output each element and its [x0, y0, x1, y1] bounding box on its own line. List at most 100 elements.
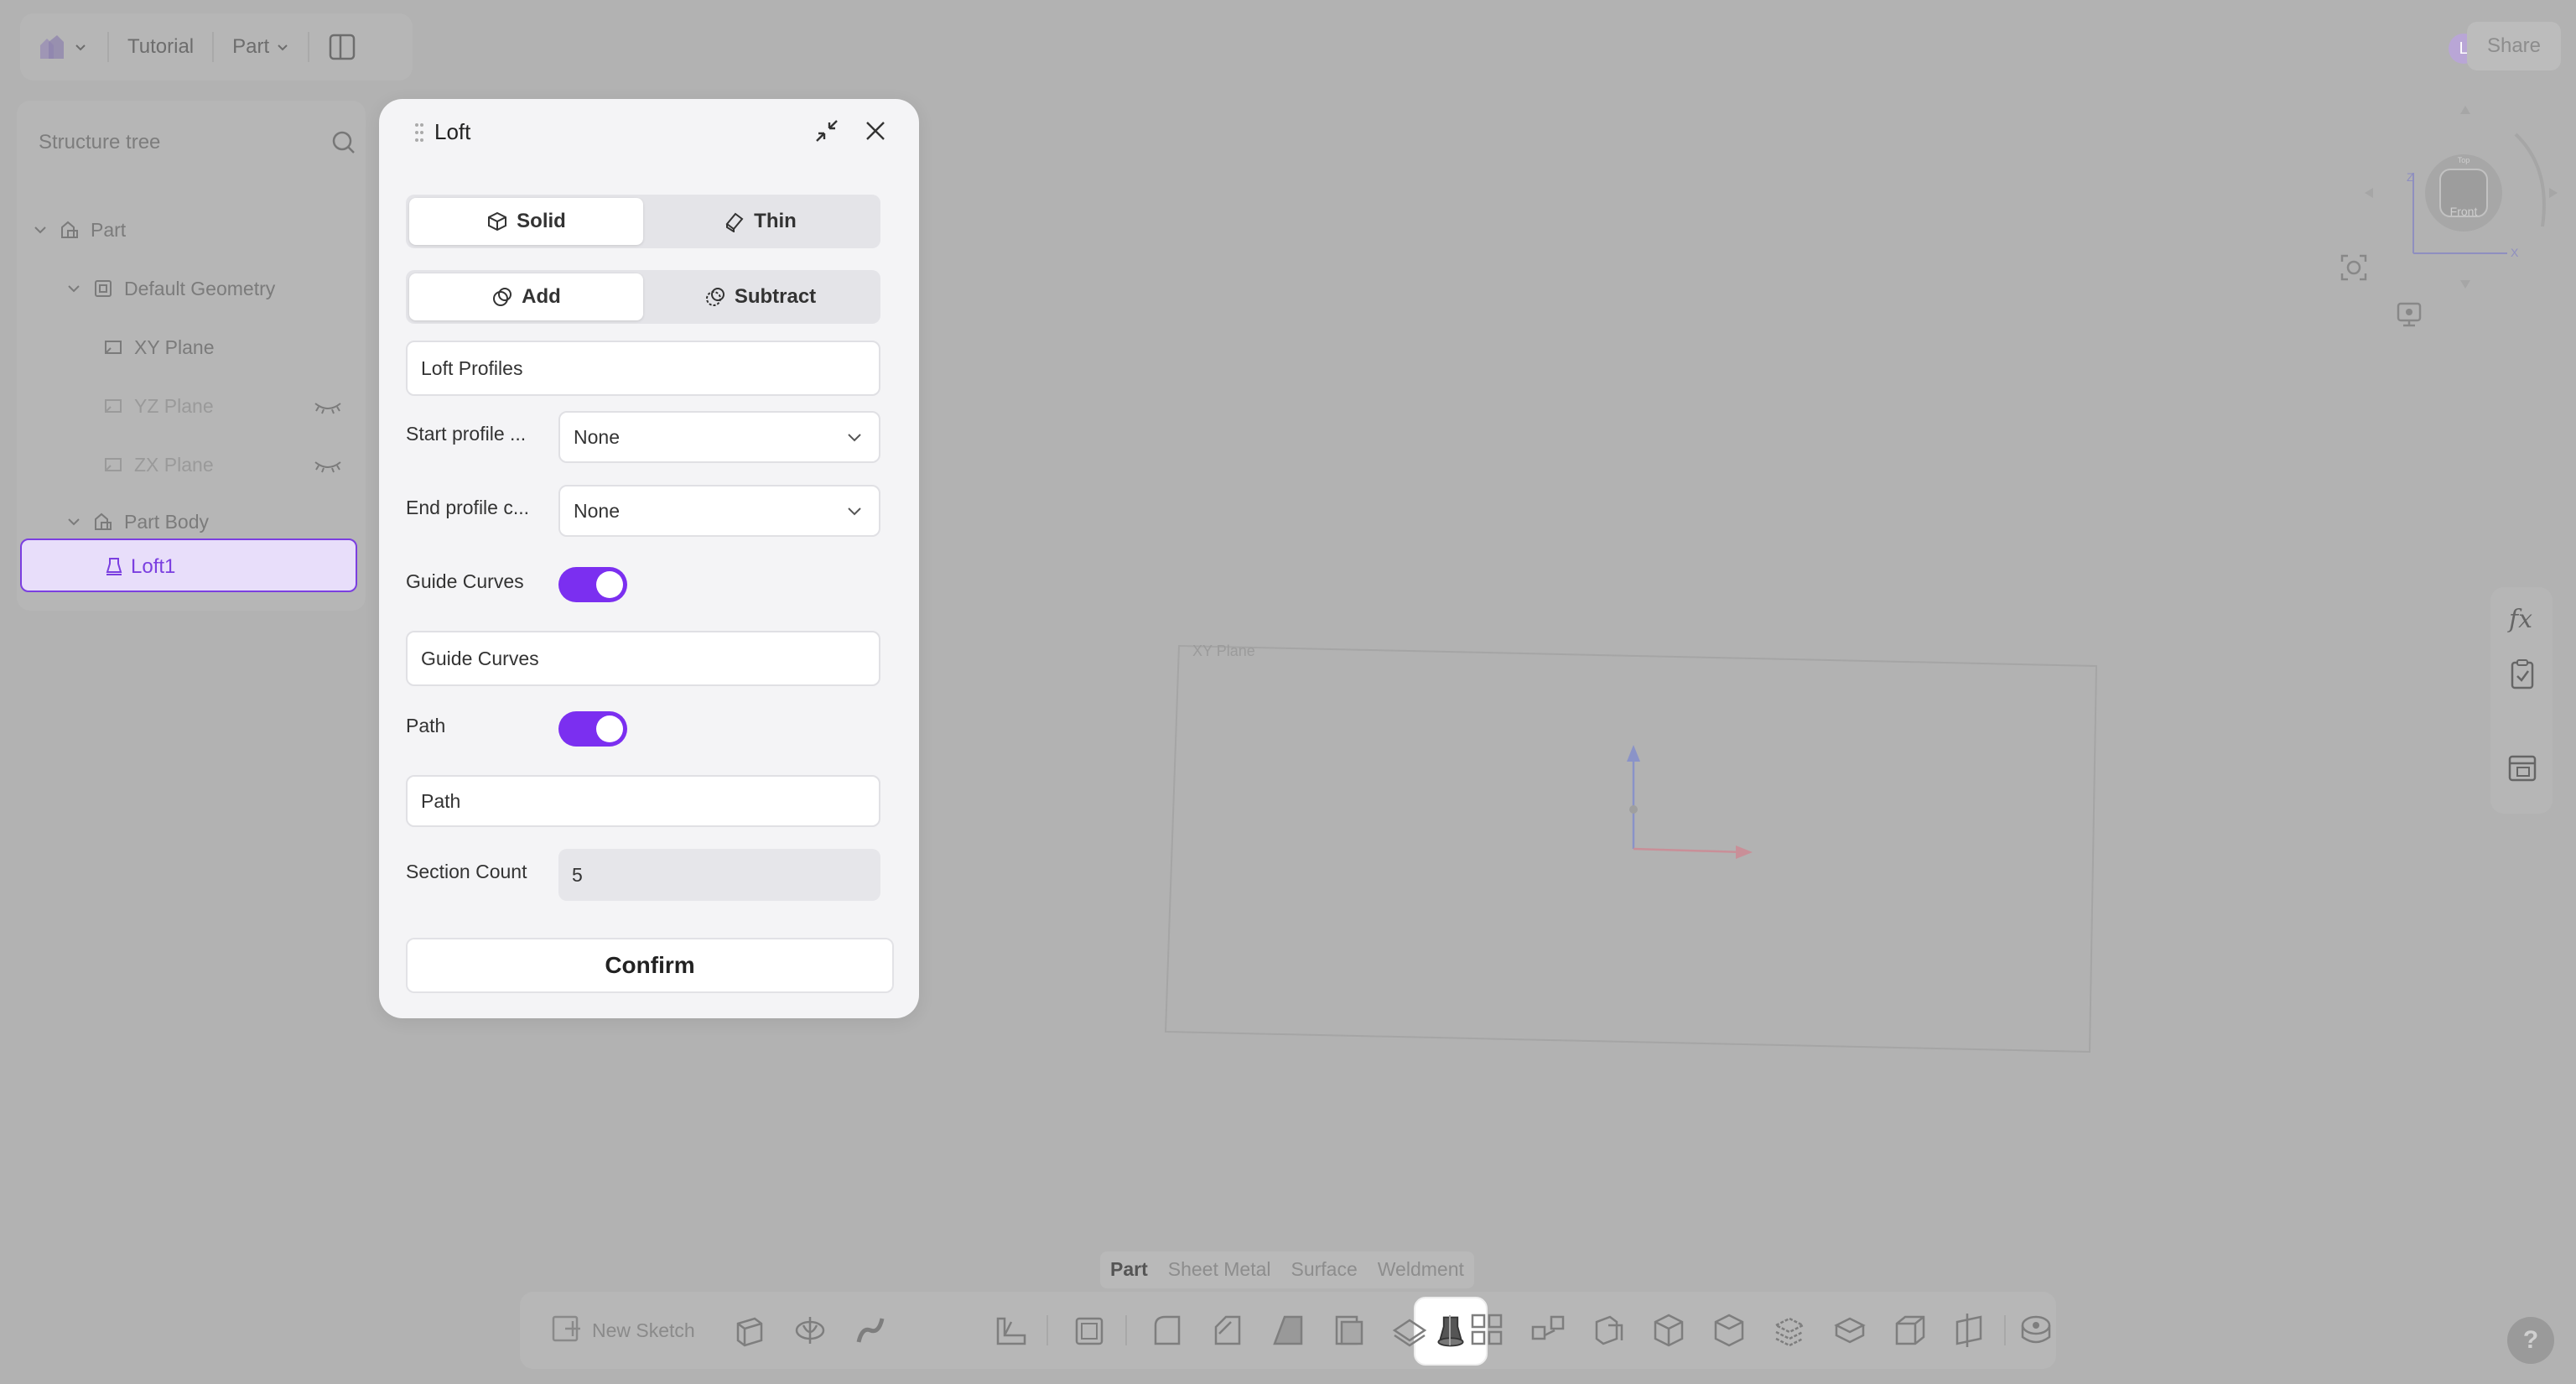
mode-label: Part — [232, 35, 270, 58]
geometry-folder-icon — [95, 280, 112, 297]
guide-curves-toggle[interactable] — [558, 567, 627, 602]
revolve-tool[interactable] — [790, 1310, 830, 1350]
tree-search-placeholder: Structure tree — [39, 131, 161, 153]
toggle-knob — [596, 571, 623, 598]
loft-dialog: Loft Solid Thin Add Subtract Loft Profil… — [379, 99, 919, 1018]
plane-label: XY Plane — [1192, 643, 1255, 659]
guide-curves-field[interactable]: Guide Curves — [406, 631, 880, 686]
close-icon[interactable] — [860, 116, 891, 146]
sketch-plane[interactable] — [1157, 637, 2113, 1057]
fillet-tool[interactable] — [1147, 1310, 1187, 1350]
minimize-icon[interactable] — [812, 116, 842, 146]
mirror-tool[interactable] — [1528, 1310, 1568, 1350]
divider — [1449, 1315, 1451, 1345]
display-settings-icon[interactable] — [2395, 300, 2423, 329]
view-cube-top: Top — [2458, 156, 2470, 164]
layout-panel-icon[interactable] — [2506, 752, 2539, 785]
divider — [107, 32, 109, 62]
fillet-icon — [1154, 1315, 1181, 1345]
replace-face-tool[interactable] — [1389, 1310, 1430, 1350]
dialog-title: Loft — [434, 119, 471, 144]
panel-toggle-icon[interactable] — [328, 33, 356, 61]
tree-item-zx-plane[interactable]: ZX Plane — [102, 448, 214, 481]
svg-text:fx: fx — [2507, 605, 2532, 634]
combine-tool[interactable] — [1830, 1310, 1870, 1350]
end-profile-select[interactable]: None — [558, 485, 880, 537]
move-body-tool[interactable] — [1588, 1310, 1628, 1350]
datum-plane-tool[interactable] — [1950, 1310, 1991, 1350]
add-option[interactable]: Add — [409, 273, 643, 320]
start-profile-select[interactable]: None — [558, 411, 880, 463]
chevron-down-icon[interactable] — [65, 513, 82, 530]
tree-item-label: ZX Plane — [134, 453, 214, 476]
tree-item-label: Loft1 — [131, 555, 176, 578]
focus-view-icon[interactable] — [2340, 253, 2368, 282]
chevron-down-icon[interactable] — [65, 280, 82, 297]
loft-icon — [106, 558, 122, 575]
view-cube[interactable]: Front Top Z X — [2356, 101, 2566, 294]
drag-handle-icon[interactable] — [413, 121, 426, 144]
section-count-input[interactable]: 5 — [558, 849, 880, 901]
add-icon — [493, 288, 512, 306]
shell-icon — [1075, 1317, 1104, 1345]
right-side-panel: fx — [2490, 587, 2553, 814]
split-tool[interactable] — [1709, 1310, 1749, 1350]
eye-closed-icon[interactable] — [314, 457, 342, 474]
subtract-option[interactable]: Subtract — [643, 273, 877, 320]
chevron-down-icon[interactable] — [32, 221, 49, 238]
chamfer-tool[interactable] — [1208, 1310, 1248, 1350]
help-button[interactable]: ? — [2507, 1317, 2554, 1364]
guide-curves-label: Guide Curves — [406, 570, 524, 592]
checklist-icon[interactable] — [2506, 658, 2539, 691]
pattern-tool[interactable] — [1467, 1310, 1508, 1350]
confirm-button[interactable]: Confirm — [406, 938, 894, 993]
tree-item-yz-plane[interactable]: YZ Plane — [102, 389, 214, 423]
tab-sheet-metal[interactable]: Sheet Metal — [1158, 1251, 1281, 1288]
path-field[interactable]: Path — [406, 775, 880, 827]
tab-surface[interactable]: Surface — [1281, 1251, 1368, 1288]
thin-option[interactable]: Thin — [643, 198, 877, 245]
combine-icon — [1834, 1317, 1866, 1344]
new-sketch-button[interactable]: New Sketch — [550, 1310, 695, 1350]
loft-profiles-field[interactable]: Loft Profiles — [406, 341, 880, 396]
tree-item-default-geometry[interactable]: Default Geometry — [65, 272, 275, 305]
mode-menu[interactable]: Part — [232, 35, 289, 59]
tree-item-part-body[interactable]: Part Body — [65, 505, 209, 539]
sweep-tool[interactable] — [850, 1310, 891, 1350]
chevron-down-icon — [848, 507, 861, 516]
delete-body-tool[interactable] — [1769, 1310, 1810, 1350]
boolean-tool[interactable] — [1649, 1310, 1689, 1350]
boolean-icon — [1654, 1314, 1684, 1347]
path-toggle[interactable] — [558, 711, 627, 747]
measure-tool[interactable] — [2016, 1310, 2056, 1350]
tree-item-part[interactable]: Part — [32, 213, 126, 247]
tree-item-xy-plane[interactable]: XY Plane — [102, 330, 214, 364]
app-logo-menu[interactable] — [35, 26, 89, 68]
thicken-tool[interactable] — [1328, 1310, 1368, 1350]
loft-icon — [1437, 1316, 1464, 1347]
share-button[interactable]: Share — [2467, 22, 2561, 70]
tree-search[interactable]: Structure tree — [39, 122, 357, 163]
tree-item-label: Default Geometry — [124, 277, 276, 299]
tab-part[interactable]: Part — [1100, 1251, 1158, 1288]
revolve-icon — [795, 1317, 825, 1344]
tab-weldment[interactable]: Weldment — [1368, 1251, 1474, 1288]
tree-item-loft1[interactable]: Loft1 — [20, 539, 357, 592]
project-name[interactable]: Tutorial — [127, 35, 194, 59]
eye-closed-icon[interactable] — [314, 398, 342, 415]
box-tool[interactable] — [1890, 1310, 1930, 1350]
add-label: Add — [522, 285, 561, 308]
part-icon — [61, 221, 78, 238]
chevron-down-icon — [848, 434, 861, 442]
delete-body-icon — [1774, 1317, 1805, 1347]
function-icon[interactable]: fx — [2506, 602, 2539, 636]
search-icon[interactable] — [330, 129, 357, 156]
shell-tool[interactable] — [1070, 1310, 1110, 1350]
end-profile-label: End profile c... — [406, 497, 530, 518]
solid-option[interactable]: Solid — [409, 198, 643, 245]
tree-item-label: XY Plane — [134, 336, 215, 358]
extrude-tool[interactable] — [730, 1310, 770, 1350]
rib-tool[interactable] — [991, 1310, 1031, 1350]
draft-tool[interactable] — [1268, 1310, 1308, 1350]
new-sketch-label: New Sketch — [592, 1319, 695, 1341]
